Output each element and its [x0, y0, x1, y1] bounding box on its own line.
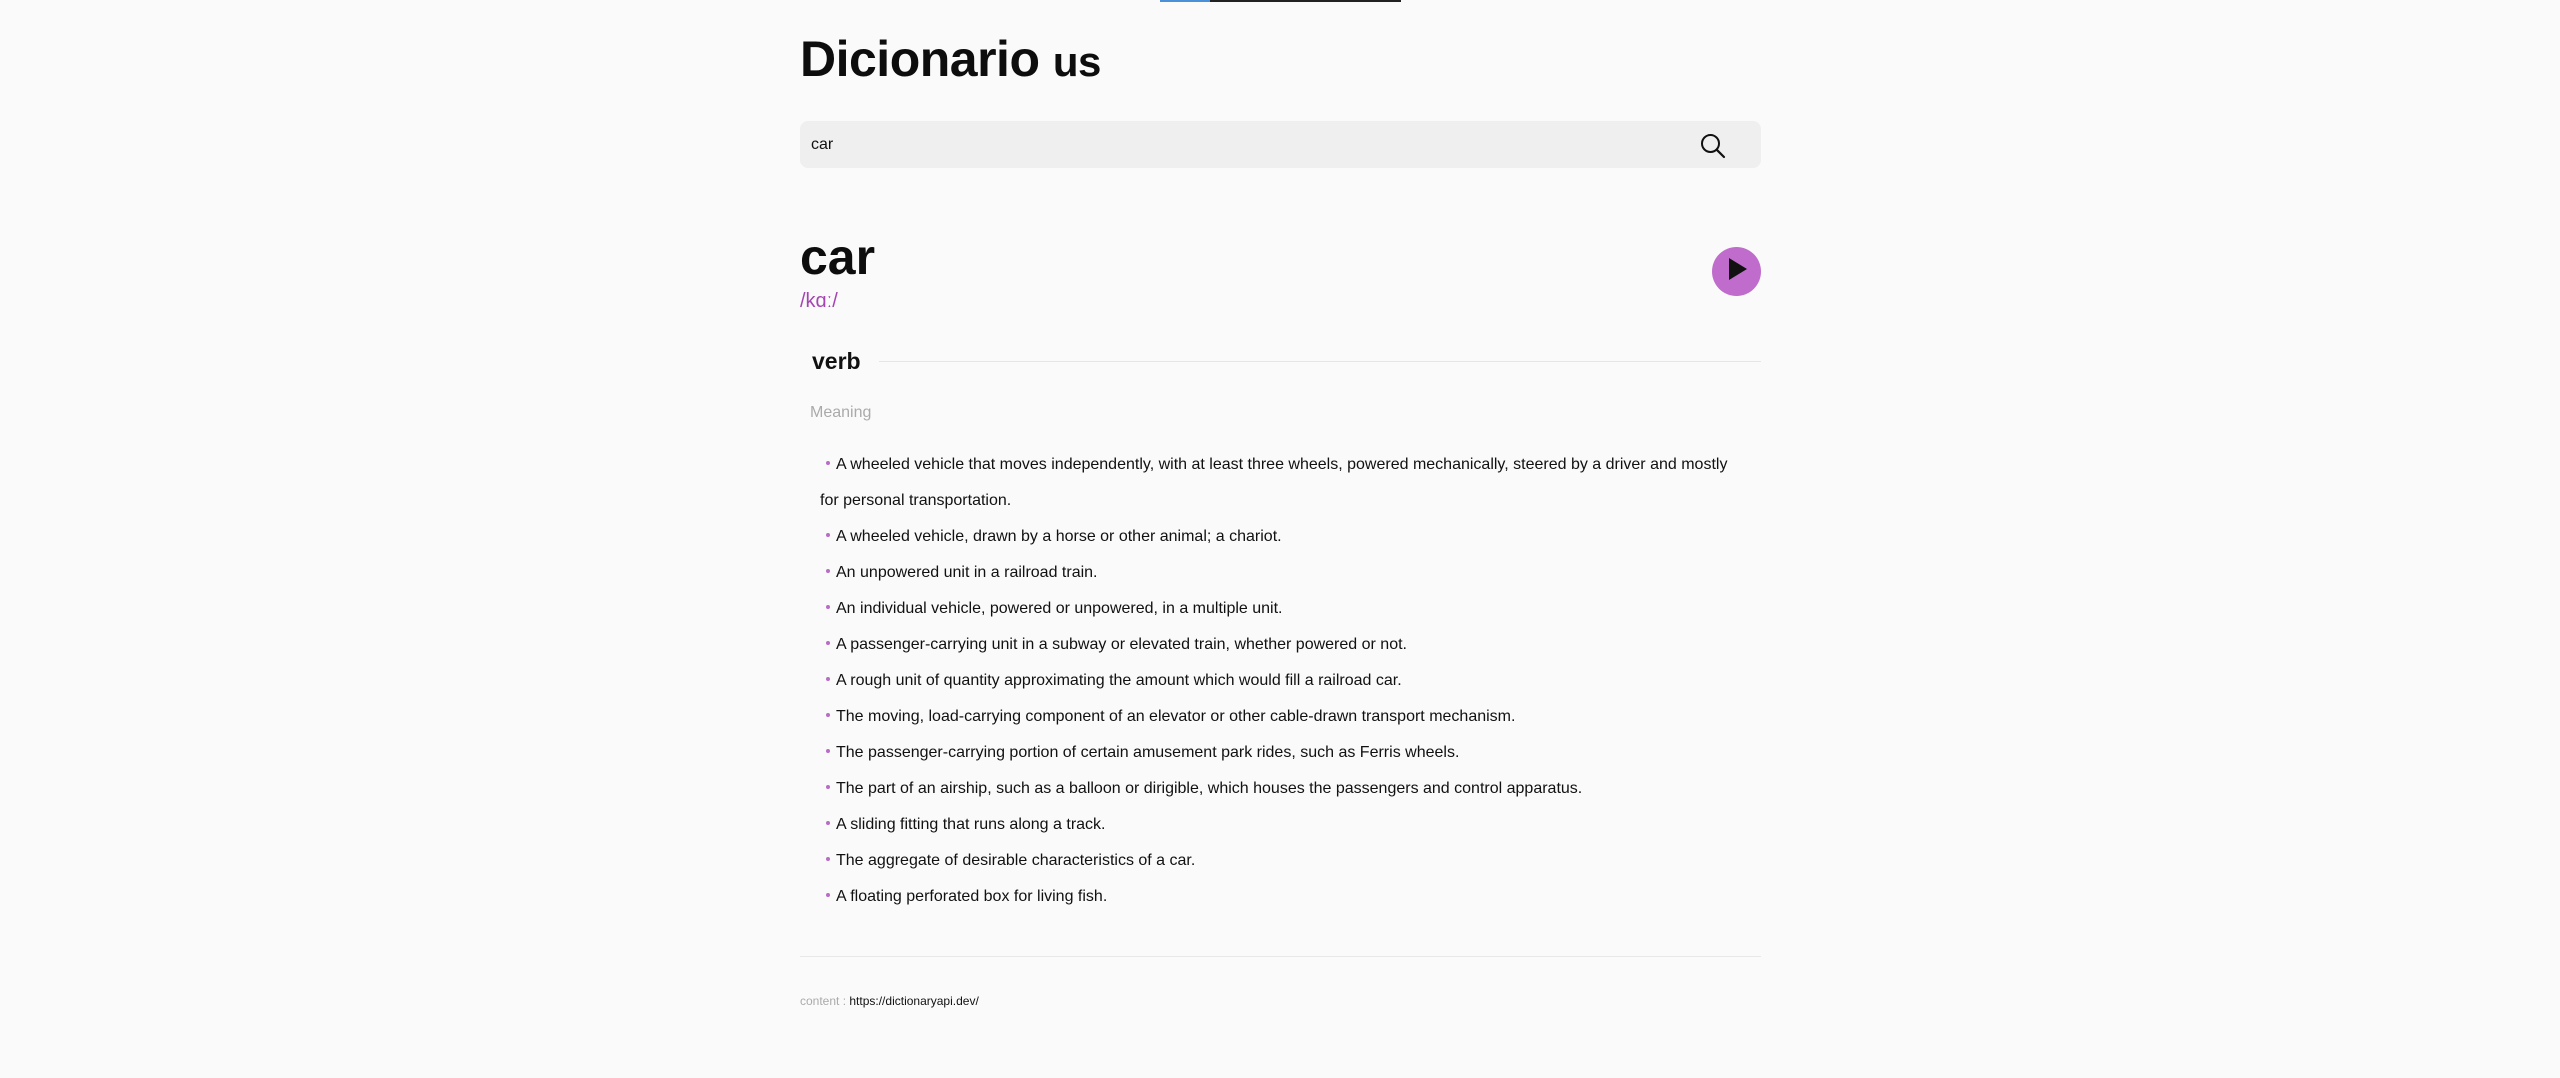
- brand-suffix: us: [1052, 38, 1102, 85]
- definition-item: A rough unit of quantity approximating t…: [820, 663, 1750, 699]
- bullet-icon: [826, 461, 830, 466]
- part-of-speech: verb: [812, 348, 861, 374]
- definition-text: A floating perforated box for living fis…: [836, 888, 1108, 905]
- definition-text: A passenger-carrying unit in a subway or…: [836, 636, 1407, 653]
- bullet-icon: [826, 893, 830, 898]
- definition-text: The passenger-carrying portion of certai…: [836, 744, 1460, 761]
- bullet-icon: [826, 821, 830, 826]
- part-of-speech-header: verb: [812, 348, 1761, 375]
- bullet-icon: [826, 569, 830, 574]
- definition-text: A sliding fitting that runs along a trac…: [836, 816, 1106, 833]
- definition-item: A passenger-carrying unit in a subway or…: [820, 627, 1750, 663]
- definition-item: An unpowered unit in a railroad train.: [820, 555, 1750, 591]
- bullet-icon: [826, 533, 830, 538]
- definition-text: A wheeled vehicle, drawn by a horse or o…: [836, 528, 1282, 545]
- definition-text: A rough unit of quantity approximating t…: [836, 672, 1402, 689]
- loading-progress-fill: [1160, 0, 1210, 2]
- definition-text: The part of an airship, such as a balloo…: [836, 780, 1583, 797]
- search-bar: [800, 121, 1761, 168]
- bullet-icon: [826, 785, 830, 790]
- definition-item: A floating perforated box for living fis…: [820, 879, 1750, 915]
- definition-item: The passenger-carrying portion of certai…: [820, 735, 1750, 771]
- definition-text: The moving, load-carrying component of a…: [836, 708, 1516, 725]
- section-divider: [878, 361, 1761, 362]
- definition-text: A wheeled vehicle that moves independent…: [820, 456, 1728, 509]
- definition-item: A wheeled vehicle, drawn by a horse or o…: [820, 519, 1750, 555]
- definition-item: The aggregate of desirable characteristi…: [820, 843, 1750, 879]
- meaning-label: Meaning: [810, 404, 872, 421]
- definition-item: An individual vehicle, powered or unpowe…: [820, 591, 1750, 627]
- definition-item: A sliding fitting that runs along a trac…: [820, 807, 1750, 843]
- definition-text: An individual vehicle, powered or unpowe…: [836, 600, 1283, 617]
- definition-item: A wheeled vehicle that moves independent…: [820, 447, 1750, 519]
- loading-progress-bar: [1160, 0, 1401, 2]
- bullet-icon: [826, 677, 830, 682]
- bullet-icon: [826, 749, 830, 754]
- definition-text: An unpowered unit in a railroad train.: [836, 564, 1098, 581]
- source-link[interactable]: https://dictionaryapi.dev/: [849, 994, 978, 1008]
- definition-list: A wheeled vehicle that moves independent…: [820, 447, 1750, 915]
- play-icon: [1726, 257, 1748, 286]
- footer-label: content :: [800, 994, 847, 1008]
- search-icon[interactable]: [1700, 133, 1726, 159]
- search-input[interactable]: [811, 135, 1701, 154]
- definition-item: The part of an airship, such as a balloo…: [820, 771, 1750, 807]
- definition-text: The aggregate of desirable characteristi…: [836, 852, 1196, 869]
- bullet-icon: [826, 641, 830, 646]
- bullet-icon: [826, 605, 830, 610]
- brand-title: Dicionario: [800, 31, 1040, 87]
- bullet-icon: [826, 713, 830, 718]
- definition-item: The moving, load-carrying component of a…: [820, 699, 1750, 735]
- footer: content : https://dictionaryapi.dev/: [800, 994, 979, 1008]
- bullet-icon: [826, 857, 830, 862]
- brand-logo[interactable]: Dicionario us: [800, 30, 1101, 88]
- entry-word: car: [800, 229, 876, 285]
- footer-divider: [800, 956, 1761, 957]
- entry-phonetic: /kɑː/: [800, 290, 838, 312]
- play-pronunciation-button[interactable]: [1712, 247, 1761, 296]
